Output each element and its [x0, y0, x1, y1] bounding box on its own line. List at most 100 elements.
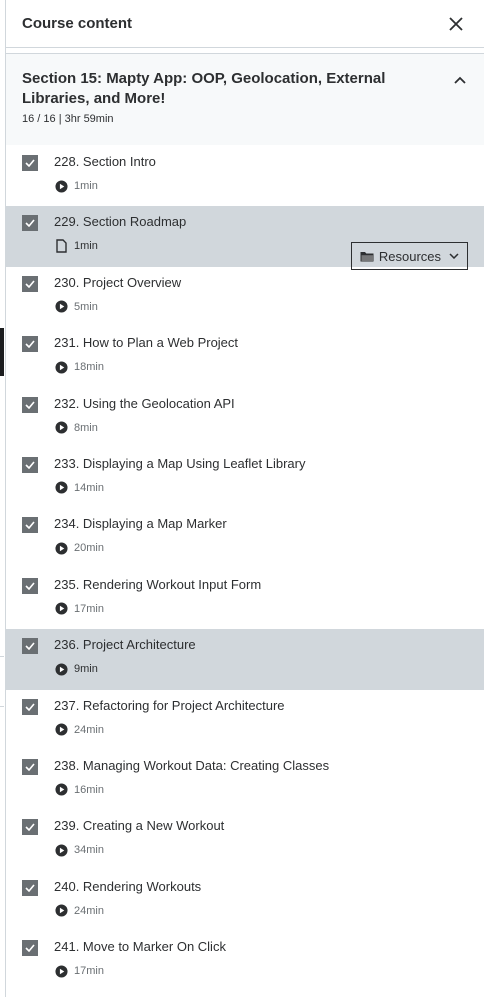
lecture-title: 240. Rendering Workouts: [54, 878, 202, 894]
lecture-complete-checkbox[interactable]: [22, 638, 38, 655]
lecture-title: 234. Displaying a Map Marker: [54, 516, 227, 532]
lecture-meta: 17min: [54, 602, 468, 616]
lecture-body: 235. Rendering Workout Input Form 17min: [54, 576, 468, 629]
left-edge-divider: [0, 706, 4, 707]
lecture-body: 238. Managing Workout Data: Creating Cla…: [54, 757, 468, 810]
lecture-item[interactable]: 240. Rendering Workouts 24min: [6, 871, 484, 931]
lecture-duration: 17min: [74, 965, 104, 978]
lecture-complete-checkbox[interactable]: [22, 879, 38, 896]
lecture-item[interactable]: 237. Refactoring for Project Architectur…: [6, 690, 484, 750]
lecture-complete-checkbox[interactable]: [22, 940, 38, 957]
lecture-title: 229. Section Roadmap: [54, 214, 187, 230]
check-icon: [25, 280, 35, 288]
resources-label: Resources: [378, 248, 441, 264]
play-circle-icon: [54, 843, 68, 857]
play-circle-icon: [54, 723, 68, 736]
check-icon: [25, 521, 35, 530]
lecture-complete-checkbox[interactable]: [22, 819, 38, 836]
lecture-complete-checkbox[interactable]: [22, 517, 38, 534]
play-circle-icon: [54, 904, 68, 918]
lecture-body: 234. Displaying a Map Marker 20min: [54, 515, 468, 568]
check-icon: [25, 703, 35, 711]
lecture-item[interactable]: 229. Section Roadmap 1min Resources: [6, 206, 484, 271]
lecture-meta: 14min: [54, 481, 468, 495]
chevron-down-icon: [449, 253, 459, 260]
lecture-body: 229. Section Roadmap 1min Resources: [54, 213, 468, 271]
section-header[interactable]: Section 15: Mapty App: OOP, Geolocation,…: [6, 54, 484, 146]
lecture-body: 233. Displaying a Map Using Leaflet Libr…: [54, 455, 468, 508]
chevron-up-icon: [454, 76, 466, 84]
lecture-item[interactable]: 230. Project Overview 5min: [6, 267, 484, 327]
play-circle-icon: [54, 541, 68, 555]
play-circle-icon: [54, 481, 68, 494]
lecture-item[interactable]: 239. Creating a New Workout 34min: [6, 810, 484, 870]
lecture-complete-checkbox[interactable]: [22, 275, 38, 292]
lecture-item[interactable]: 236. Project Architecture 9min: [6, 629, 484, 690]
lecture-complete-checkbox[interactable]: [22, 698, 38, 715]
lecture-duration: 16min: [74, 783, 104, 796]
lecture-meta: 18min: [54, 360, 468, 374]
lecture-title: 239. Creating a New Workout: [54, 818, 225, 834]
lecture-duration: 14min: [74, 481, 104, 494]
play-circle-icon: [54, 360, 68, 374]
lecture-title: 238. Managing Workout Data: Creating Cla…: [54, 757, 330, 773]
lecture-duration: 1min: [74, 240, 98, 253]
lecture-duration: 9min: [74, 663, 98, 676]
play-circle-icon: [54, 904, 68, 917]
file-icon: [55, 239, 67, 254]
lecture-title: 231. How to Plan a Web Project: [54, 335, 239, 351]
play-circle-icon: [54, 662, 68, 676]
lecture-meta: 1min: [54, 179, 468, 193]
play-circle-icon: [54, 179, 68, 193]
play-circle-icon: [54, 481, 68, 495]
lecture-body: 237. Refactoring for Project Architectur…: [54, 697, 468, 750]
lecture-complete-checkbox[interactable]: [22, 155, 38, 171]
close-icon: [449, 16, 463, 31]
play-circle-icon: [54, 361, 68, 374]
check-icon: [25, 582, 35, 590]
sidebar-title: Course content: [22, 15, 133, 32]
check-icon: [25, 219, 35, 228]
lecture-item[interactable]: 238. Managing Workout Data: Creating Cla…: [6, 750, 484, 810]
lecture-complete-checkbox[interactable]: [22, 215, 38, 232]
lecture-meta: 5min: [54, 300, 468, 314]
play-circle-icon: [54, 300, 68, 313]
lecture-meta: 34min: [54, 843, 468, 857]
lecture-item[interactable]: 233. Displaying a Map Using Leaflet Libr…: [6, 448, 484, 508]
lecture-meta: 24min: [54, 904, 468, 918]
folder-icon: [360, 251, 374, 262]
lecture-complete-checkbox[interactable]: [22, 456, 38, 473]
lecture-item[interactable]: 231. How to Plan a Web Project 18min: [6, 327, 484, 387]
lecture-body: 236. Project Architecture 9min: [54, 636, 468, 689]
check-icon: [25, 944, 35, 953]
play-circle-icon: [54, 663, 68, 676]
lecture-item[interactable]: 235. Rendering Workout Input Form 17min: [6, 569, 484, 629]
lecture-complete-checkbox[interactable]: [22, 336, 38, 353]
play-circle-icon: [54, 964, 68, 978]
play-circle-icon: [54, 723, 68, 737]
play-circle-icon: [54, 783, 68, 797]
lecture-complete-checkbox[interactable]: [22, 577, 38, 594]
play-circle-icon: [54, 602, 68, 615]
lecture-duration: 17min: [74, 602, 104, 615]
lecture-duration: 5min: [74, 300, 98, 313]
lecture-item[interactable]: 228. Section Intro 1min: [6, 146, 484, 206]
lecture-complete-checkbox[interactable]: [22, 758, 38, 775]
close-button[interactable]: [444, 12, 468, 36]
left-edge-divider: [0, 656, 4, 657]
lecture-complete-checkbox[interactable]: [22, 396, 38, 413]
lecture-title: 235. Rendering Workout Input Form: [54, 576, 262, 592]
lecture-body: 232. Using the Geolocation API 8min: [54, 395, 468, 448]
chevron-down-icon: [449, 253, 459, 260]
lecture-body: 230. Project Overview 5min: [54, 274, 468, 327]
lecture-duration: 20min: [74, 542, 104, 555]
lecture-body: 239. Creating a New Workout 34min: [54, 817, 468, 870]
lecture-item[interactable]: 232. Using the Geolocation API 8min: [6, 388, 484, 448]
collapse-section-button[interactable]: [452, 72, 468, 88]
lecture-item[interactable]: 241. Move to Marker On Click 17min: [6, 931, 484, 991]
lecture-item[interactable]: 234. Displaying a Map Marker 20min: [6, 508, 484, 568]
play-circle-icon: [54, 844, 68, 857]
play-circle-icon: [54, 421, 68, 435]
lecture-body: 231. How to Plan a Web Project 18min: [54, 334, 468, 387]
lecture-meta: 24min: [54, 723, 468, 737]
